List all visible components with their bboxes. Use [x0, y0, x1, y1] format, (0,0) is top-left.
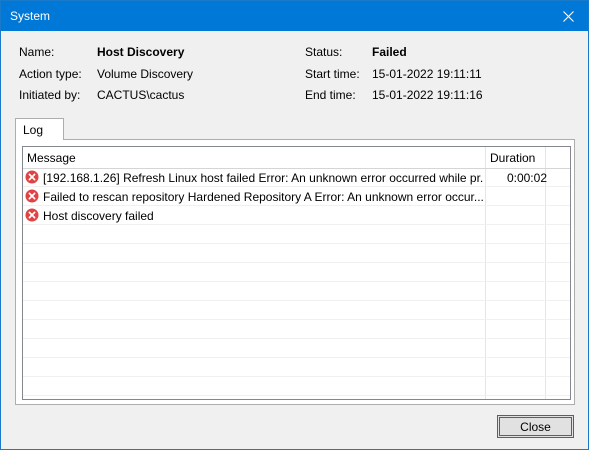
row-duration: 0:00:02: [506, 171, 547, 185]
grid-header: Message Duration: [23, 147, 570, 169]
close-button[interactable]: Close: [497, 415, 574, 438]
name-label: Name:: [19, 45, 55, 59]
status-label: Status:: [305, 45, 343, 59]
table-row[interactable]: Failed to rescan repository Hardened Rep…: [23, 187, 570, 206]
name-value: Host Discovery: [97, 45, 185, 59]
system-dialog: System Name: Host Discovery Action type:…: [0, 0, 589, 450]
error-icon: [25, 208, 39, 222]
end-time-label: End time:: [305, 88, 356, 102]
empty-row: [23, 358, 570, 377]
window-close-button[interactable]: [548, 1, 588, 31]
initiated-by-value: CACTUS\cactus: [97, 88, 185, 102]
row-message: Host discovery failed: [43, 209, 154, 223]
end-time-value: 15-01-2022 19:11:16: [372, 88, 483, 102]
tab-log-label: Log: [23, 123, 44, 137]
row-message: [192.168.1.26] Refresh Linux host failed…: [43, 171, 483, 185]
empty-row: [23, 339, 570, 358]
empty-row: [23, 263, 570, 282]
title-bar[interactable]: System: [1, 1, 588, 31]
error-icon: [25, 170, 39, 184]
empty-row: [23, 320, 570, 339]
empty-row: [23, 225, 570, 244]
log-tab-panel: Message Duration [192.168.1.26] Refresh …: [15, 139, 575, 405]
close-button-label: Close: [520, 419, 551, 434]
table-row[interactable]: [192.168.1.26] Refresh Linux host failed…: [23, 168, 570, 187]
table-row[interactable]: Host discovery failed: [23, 206, 570, 225]
window-title: System: [10, 9, 51, 23]
action-type-label: Action type:: [19, 67, 82, 81]
empty-row: [23, 282, 570, 301]
column-header-duration[interactable]: Duration: [490, 151, 535, 165]
tab-log[interactable]: Log: [15, 118, 64, 140]
log-grid[interactable]: Message Duration [192.168.1.26] Refresh …: [22, 146, 571, 400]
empty-row: [23, 377, 570, 396]
status-value: Failed: [372, 45, 407, 59]
start-time-label: Start time:: [305, 67, 360, 81]
empty-row: [23, 301, 570, 320]
error-icon: [25, 189, 39, 203]
close-icon: [562, 10, 574, 22]
initiated-by-label: Initiated by:: [19, 88, 81, 102]
row-message: Failed to rescan repository Hardened Rep…: [43, 190, 483, 204]
empty-row: [23, 244, 570, 263]
start-time-value: 15-01-2022 19:11:11: [372, 67, 482, 81]
column-header-message[interactable]: Message: [27, 151, 76, 165]
action-type-value: Volume Discovery: [97, 67, 194, 81]
